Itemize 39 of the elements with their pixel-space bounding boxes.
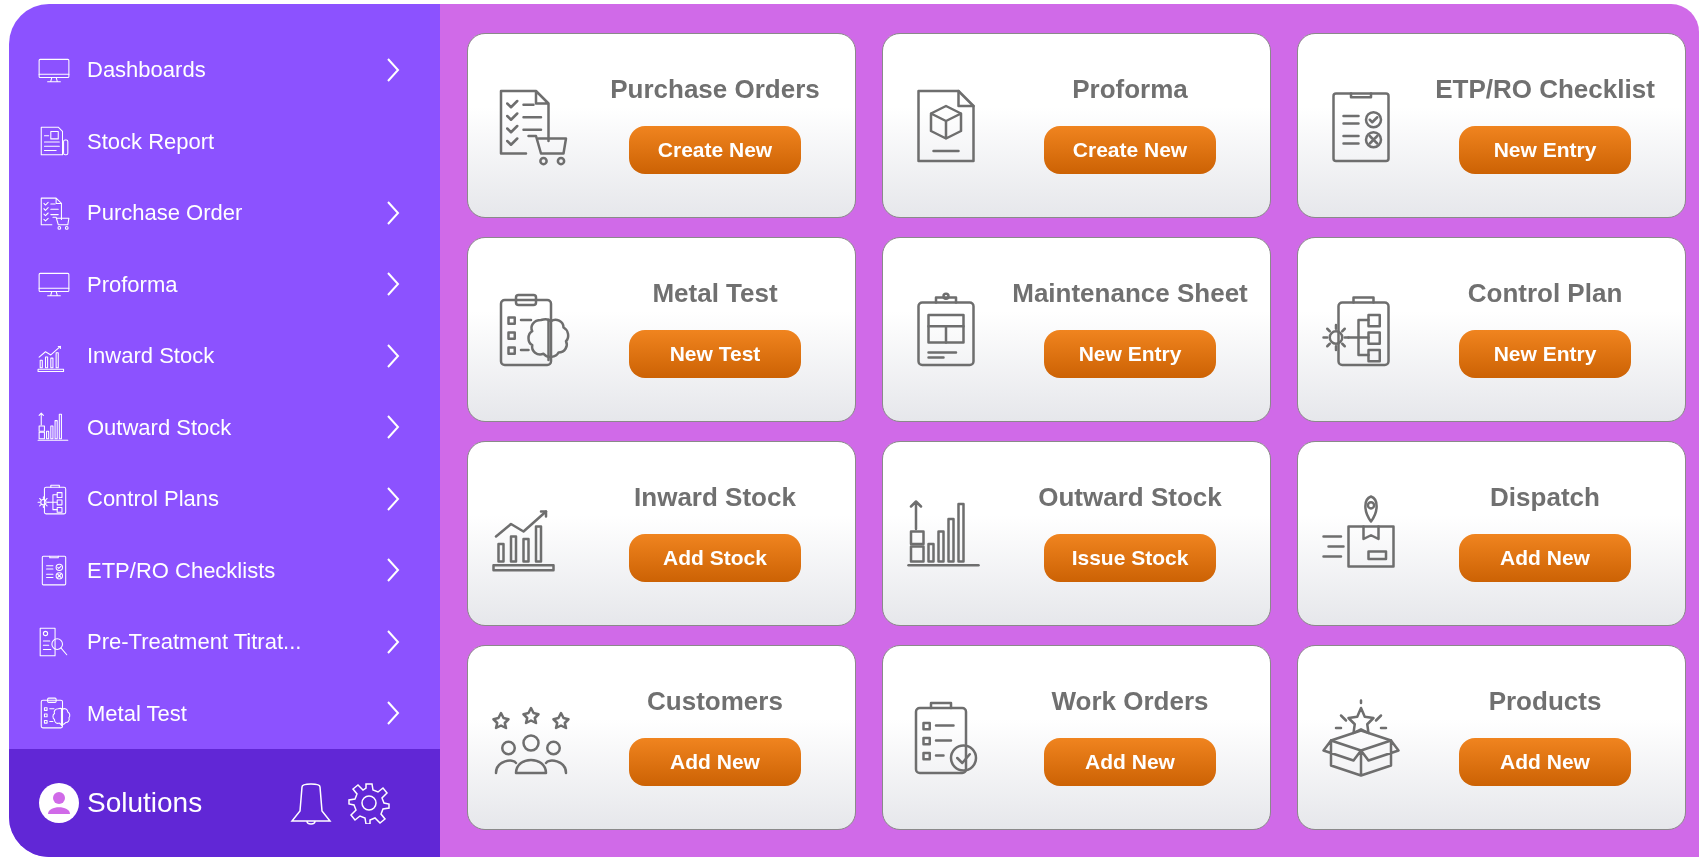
sidebar-item[interactable]: Dashboards (9, 34, 440, 106)
card-title: Customers (647, 685, 783, 718)
avatar-icon[interactable] (39, 783, 79, 823)
card-title: ETP/RO Checklist (1435, 73, 1655, 106)
action-button[interactable]: Add New (1044, 738, 1216, 786)
sidebar-item[interactable]: Outward Stock (9, 391, 440, 463)
sidebar-item[interactable]: Metal Test (9, 677, 440, 749)
notification-icon[interactable] (290, 781, 332, 825)
action-button[interactable]: Add Stock (629, 534, 801, 582)
action-button[interactable]: Add New (1459, 534, 1631, 582)
sidebar-item[interactable]: ETP/RO Checklists (9, 534, 440, 606)
card-title: Maintenance Sheet (1012, 277, 1248, 310)
card-title: Outward Stock (1038, 481, 1222, 514)
sidebar-item[interactable]: Control Plans (9, 463, 440, 535)
action-button[interactable]: New Entry (1459, 330, 1631, 378)
user-name: Solutions (87, 786, 204, 820)
card-title: Work Orders (1051, 685, 1209, 718)
action-button[interactable]: Add New (629, 738, 801, 786)
card-title: Products (1488, 685, 1602, 718)
action-button[interactable]: New Entry (1044, 330, 1216, 378)
action-button[interactable]: New Entry (1459, 126, 1631, 174)
sidebar-item[interactable]: Purchase Order (9, 177, 440, 249)
action-button[interactable]: Add New (1459, 738, 1631, 786)
card-title: Proforma (1072, 73, 1188, 106)
card-title: Dispatch (1490, 481, 1600, 514)
card-title: Purchase Orders (610, 73, 820, 106)
action-button[interactable]: Create New (1044, 126, 1216, 174)
action-button[interactable]: Create New (629, 126, 801, 174)
sidebar-item[interactable]: Pre-Treatment Titrat... (9, 606, 440, 678)
sidebar-item[interactable]: Stock Report (9, 105, 440, 177)
sidebar-item[interactable]: Proforma (9, 248, 440, 320)
settings-icon[interactable] (348, 782, 390, 824)
action-button[interactable]: Issue Stock (1044, 534, 1216, 582)
card-title: Inward Stock (634, 481, 796, 514)
action-button[interactable]: New Test (629, 330, 801, 378)
card-title: Metal Test (652, 277, 778, 310)
card-title: Control Plan (1467, 277, 1623, 310)
sidebar-item[interactable]: Inward Stock (9, 320, 440, 392)
gift-box-icon (1321, 697, 1401, 778)
